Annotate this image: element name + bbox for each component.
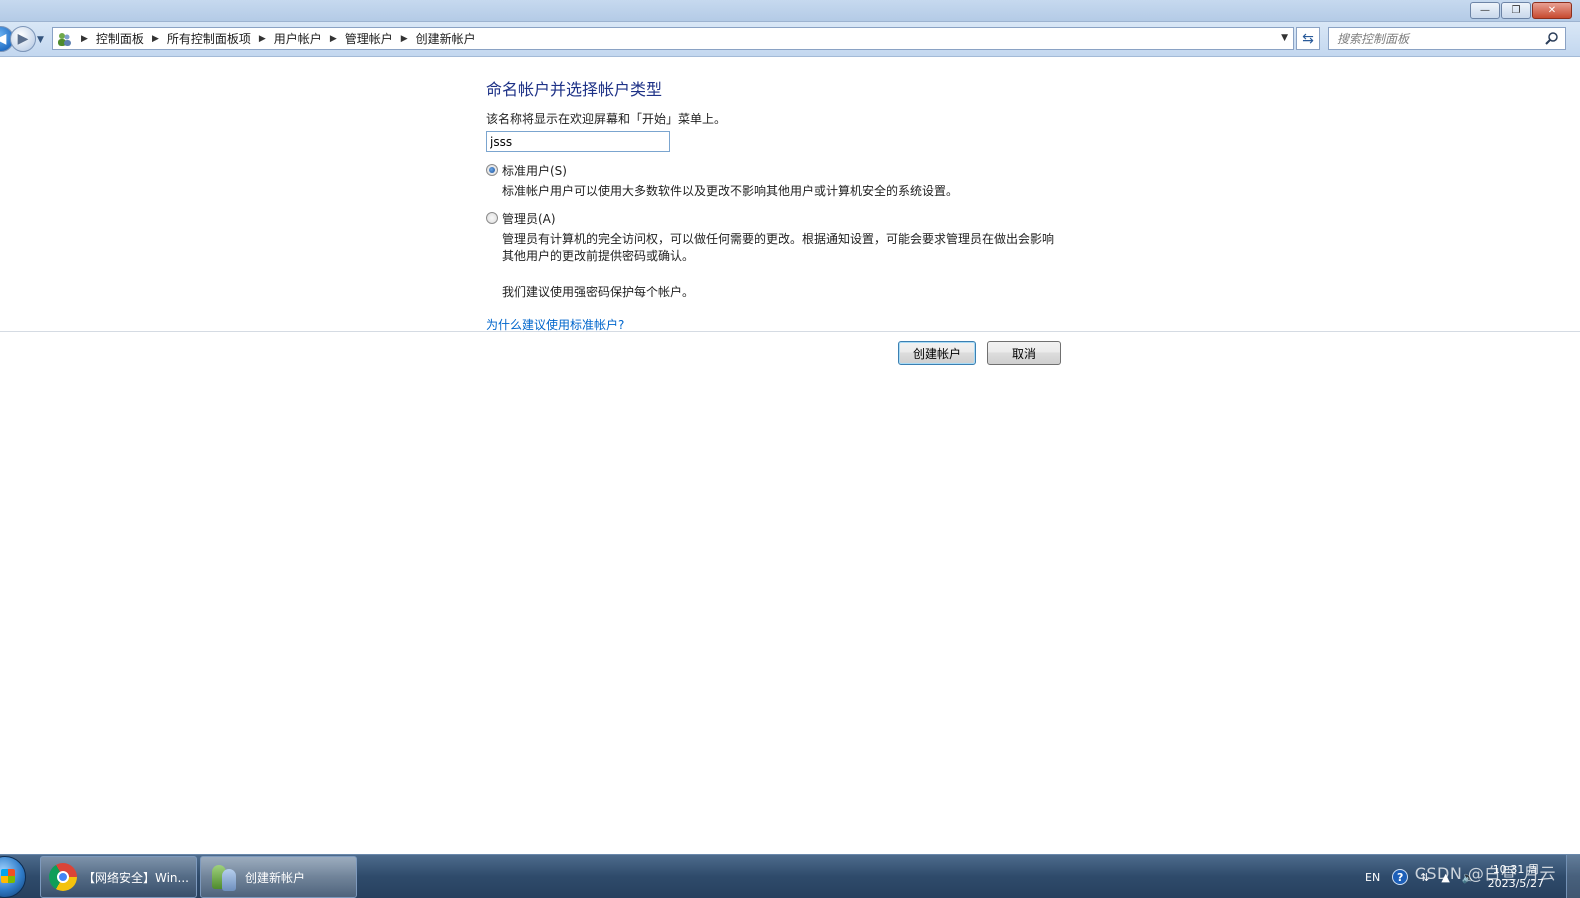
standard-user-label[interactable]: 标准用户(S) xyxy=(502,162,1086,179)
account-name-input[interactable] xyxy=(486,131,670,152)
administrator-option[interactable]: 管理员(A) 管理员有计算机的完全访问权，可以做任何需要的更改。根据通知设置，可… xyxy=(486,210,1086,265)
user-accounts-icon xyxy=(209,863,239,891)
breadcrumb-separator-icon[interactable]: ▶ xyxy=(152,34,159,44)
create-account-button[interactable]: 创建帐户 xyxy=(898,341,976,365)
administrator-radio[interactable] xyxy=(486,212,498,224)
watermark: CSDN @白昼 月云 xyxy=(1414,864,1556,883)
window-controls: — ❐ ✕ xyxy=(1470,2,1572,19)
breadcrumb-separator-icon[interactable]: ▶ xyxy=(330,34,337,44)
window-title-bar: — ❐ ✕ xyxy=(0,0,1580,22)
forward-button[interactable]: ▶ xyxy=(10,26,36,52)
refresh-icon: ⇆ xyxy=(1302,30,1314,47)
page-title: 命名帐户并选择帐户类型 xyxy=(486,80,663,99)
taskbar-item-label: 【网络安全】Win... xyxy=(83,870,189,885)
breadcrumb-separator-icon[interactable]: ▶ xyxy=(401,34,408,44)
taskbar-item-label: 创建新帐户 xyxy=(245,870,306,885)
search-input[interactable] xyxy=(1329,28,1529,49)
forward-arrow-icon: ▶ xyxy=(17,31,29,47)
start-button[interactable] xyxy=(0,856,26,898)
password-tip: 我们建议使用强密码保护每个帐户。 xyxy=(502,285,695,299)
administrator-label[interactable]: 管理员(A) xyxy=(502,210,1086,227)
standard-user-option[interactable]: 标准用户(S) 标准帐户用户可以使用大多数软件以及更改不影响其他用户或计算机安全… xyxy=(486,162,1086,200)
address-dropdown-icon[interactable]: ▼ xyxy=(1281,33,1288,43)
minimize-button[interactable]: — xyxy=(1470,2,1500,19)
breadcrumb-separator-icon[interactable]: ▶ xyxy=(259,34,266,44)
restore-button[interactable]: ❐ xyxy=(1501,2,1531,19)
taskbar-item-chrome[interactable]: 【网络安全】Win... xyxy=(40,856,197,898)
breadcrumb-create-account[interactable]: 创建新帐户 xyxy=(416,30,476,47)
standard-user-radio[interactable] xyxy=(486,164,498,176)
standard-user-description: 标准帐户用户可以使用大多数软件以及更改不影响其他用户或计算机安全的系统设置。 xyxy=(502,184,959,198)
administrator-description: 管理员有计算机的完全访问权，可以做任何需要的更改。根据通知设置，可能会要求管理员… xyxy=(502,232,1055,263)
user-accounts-icon xyxy=(55,30,73,48)
breadcrumb-all-items[interactable]: 所有控制面板项 xyxy=(167,30,251,47)
breadcrumb-manage-accounts[interactable]: 管理帐户 xyxy=(345,30,393,47)
help-icon[interactable]: ? xyxy=(1392,869,1409,885)
taskbar-item-create-account[interactable]: 创建新帐户 xyxy=(200,856,357,898)
search-box[interactable] xyxy=(1328,27,1566,50)
breadcrumb-control-panel[interactable]: 控制面板 xyxy=(96,30,144,47)
breadcrumb-separator-icon[interactable]: ▶ xyxy=(81,34,88,44)
create-account-form: 命名帐户并选择帐户类型 该名称将显示在欢迎屏幕和「开始」菜单上。 标准用户(S)… xyxy=(486,76,1086,333)
back-arrow-icon: ◀ xyxy=(0,31,7,47)
address-bar[interactable]: ▶ 控制面板 ▶ 所有控制面板项 ▶ 用户帐户 ▶ 管理帐户 ▶ 创建新帐户 ▼ xyxy=(52,27,1294,50)
navigation-bar: ◀ ▶ ▼ ▶ 控制面板 ▶ 所有控制面板项 ▶ 用户帐户 ▶ 管理帐户 ▶ 创… xyxy=(0,22,1580,57)
show-desktop-button[interactable] xyxy=(1566,855,1580,898)
windows-logo-icon xyxy=(1,869,15,883)
taskbar: 【网络安全】Win... 创建新帐户 EN ? ⇅ ▲ 🔈 10:31 周 20… xyxy=(0,854,1580,898)
content-divider xyxy=(0,331,1580,332)
breadcrumb-user-accounts[interactable]: 用户帐户 xyxy=(274,30,322,47)
refresh-button[interactable]: ⇆ xyxy=(1296,27,1320,50)
cancel-button[interactable]: 取消 xyxy=(987,341,1061,365)
language-indicator[interactable]: EN xyxy=(1365,871,1380,884)
search-icon[interactable] xyxy=(1545,31,1559,45)
close-button[interactable]: ✕ xyxy=(1532,2,1572,19)
name-description: 该名称将显示在欢迎屏幕和「开始」菜单上。 xyxy=(486,112,727,126)
radio-selected-dot xyxy=(489,167,495,173)
chrome-icon xyxy=(49,863,77,891)
recent-pages-dropdown-icon[interactable]: ▼ xyxy=(37,35,44,45)
